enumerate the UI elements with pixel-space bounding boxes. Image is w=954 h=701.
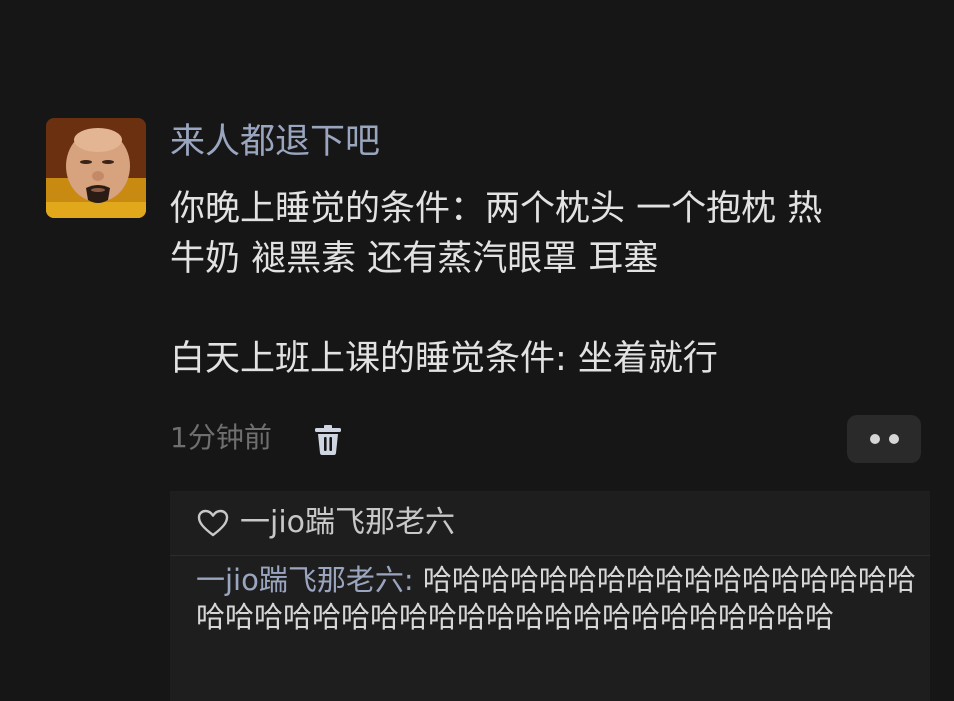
like-row: 一jio踹飞那老六 (196, 503, 455, 543)
reply-panel: 一jio踹飞那老六 一jio踹飞那老六: 哈哈哈哈哈哈哈哈哈哈哈哈哈哈哈哈哈哈哈… (170, 491, 930, 701)
comment-item[interactable]: 一jio踹飞那老六: 哈哈哈哈哈哈哈哈哈哈哈哈哈哈哈哈哈哈哈哈哈哈哈哈哈哈哈哈哈… (196, 562, 916, 636)
trash-icon[interactable] (312, 424, 344, 456)
post-content: 你晚上睡觉的条件：两个枕头 一个抱枕 热 牛奶 褪黑素 还有蒸汽眼罩 耳塞 白天… (170, 184, 930, 384)
comment-author[interactable]: 一jio踹飞那老六: (196, 563, 414, 597)
avatar[interactable] (46, 118, 146, 218)
post-content-line-3: 白天上班上课的睡觉条件: 坐着就行 (170, 339, 718, 379)
post-author-name[interactable]: 来人都退下吧 (170, 118, 380, 166)
heart-outline-icon[interactable] (196, 506, 230, 540)
more-dots-icon (869, 434, 880, 444)
avatar-image (46, 118, 146, 218)
divider (170, 555, 930, 556)
post-content-line-2: 牛奶 褪黑素 还有蒸汽眼罩 耳塞 (170, 239, 659, 279)
liker-name[interactable]: 一jio踹飞那老六 (240, 503, 455, 543)
post-content-line-1: 你晚上睡觉的条件：两个枕头 一个抱枕 热 (170, 189, 823, 229)
more-options-button[interactable] (847, 415, 921, 463)
post-timestamp: 1分钟前 (170, 421, 272, 454)
more-dots-icon (888, 434, 899, 444)
